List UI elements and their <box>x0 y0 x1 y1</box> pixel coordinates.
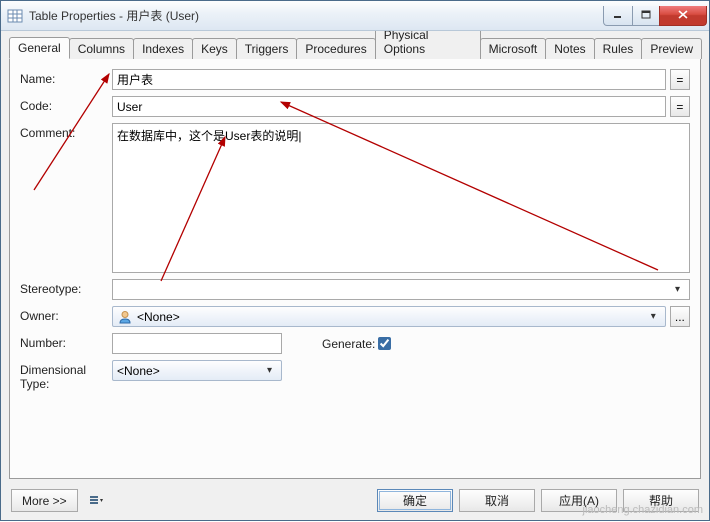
generate-label: Generate: <box>322 337 375 351</box>
tab-notes[interactable]: Notes <box>545 38 594 59</box>
table-icon <box>7 8 23 24</box>
generate-checkbox[interactable] <box>378 337 391 350</box>
close-button[interactable] <box>659 6 707 26</box>
comment-field[interactable] <box>112 123 690 273</box>
owner-value: <None> <box>137 310 180 324</box>
stereotype-label: Stereotype: <box>20 279 112 296</box>
tab-page-general: Name: = Code: = Comment: <box>9 58 701 479</box>
comment-label: Comment: <box>20 123 112 140</box>
name-label: Name: <box>20 69 112 86</box>
tab-columns[interactable]: Columns <box>69 38 134 59</box>
tab-strip: General Columns Indexes Keys Triggers Pr… <box>9 37 701 58</box>
code-label: Code: <box>20 96 112 113</box>
chevron-down-icon: ▾ <box>262 365 277 376</box>
tab-preview[interactable]: Preview <box>641 38 702 59</box>
cancel-button[interactable]: 取消 <box>459 489 535 512</box>
chevron-down-icon: ▾ <box>646 311 661 322</box>
tab-procedures[interactable]: Procedures <box>296 38 375 59</box>
number-label: Number: <box>20 333 112 350</box>
chevron-down-icon: ▾ <box>670 284 685 295</box>
code-lock-button[interactable]: = <box>670 96 690 117</box>
stereotype-dropdown[interactable]: ▾ <box>112 279 690 300</box>
owner-label: Owner: <box>20 306 112 323</box>
watermark: jiaocheng.chazidian.com <box>583 504 703 516</box>
number-field[interactable] <box>112 333 282 354</box>
owner-browse-button[interactable]: ... <box>670 306 690 327</box>
name-lock-button[interactable]: = <box>670 69 690 90</box>
window: Table Properties - 用户表 (User) General Co… <box>0 0 710 521</box>
tab-triggers[interactable]: Triggers <box>236 38 298 59</box>
dimtype-dropdown[interactable]: <None> ▾ <box>112 360 282 381</box>
titlebar: Table Properties - 用户表 (User) <box>1 1 709 31</box>
maximize-button[interactable] <box>632 6 660 26</box>
content-area: General Columns Indexes Keys Triggers Pr… <box>1 31 709 483</box>
window-title: Table Properties - 用户表 (User) <box>29 7 604 24</box>
menu-dropdown-button[interactable] <box>84 489 108 512</box>
ok-button[interactable]: 确定 <box>377 489 453 512</box>
dimtype-value: <None> <box>117 364 160 378</box>
more-button[interactable]: More >> <box>11 489 78 512</box>
tab-microsoft[interactable]: Microsoft <box>480 38 547 59</box>
tab-general[interactable]: General <box>9 37 70 59</box>
owner-dropdown[interactable]: <None> ▾ <box>112 306 666 327</box>
user-icon <box>117 309 133 325</box>
minimize-button[interactable] <box>603 6 633 26</box>
code-field[interactable] <box>112 96 666 117</box>
tab-keys[interactable]: Keys <box>192 38 237 59</box>
name-field[interactable] <box>112 69 666 90</box>
tab-indexes[interactable]: Indexes <box>133 38 193 59</box>
window-controls <box>604 6 707 26</box>
tab-rules[interactable]: Rules <box>594 38 643 59</box>
tab-physical-options[interactable]: Physical Options <box>375 31 481 59</box>
dimtype-label: Dimensional Type: <box>20 360 112 391</box>
